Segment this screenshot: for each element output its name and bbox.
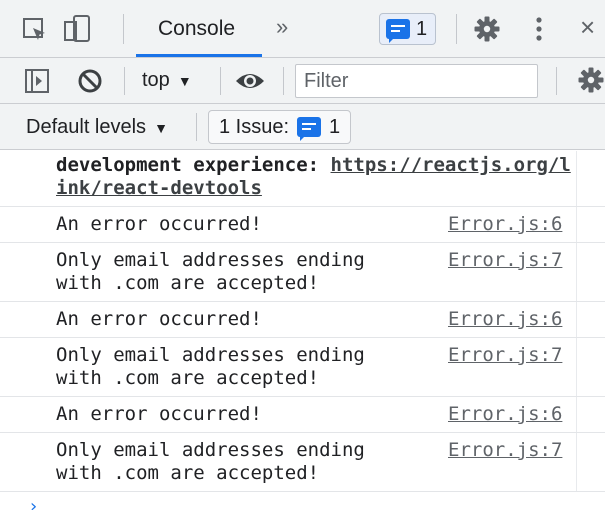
log-text: An error occurred! xyxy=(56,403,262,425)
sidebar-toggle-icon[interactable] xyxy=(24,68,50,94)
inspect-element-icon[interactable] xyxy=(22,17,48,43)
log-entry: Only email addresses ending with .com ar… xyxy=(0,338,605,397)
toolbar-divider xyxy=(196,113,197,141)
console-prompt-icon[interactable]: › xyxy=(28,496,39,510)
log-entry: An error occurred! Error.js:6 xyxy=(0,302,605,338)
toolbar-divider xyxy=(220,67,221,95)
gear-icon[interactable] xyxy=(473,15,501,43)
source-link[interactable]: Error.js:6 xyxy=(448,403,562,426)
log-text: development experience: https://reactjs.… xyxy=(56,154,576,200)
source-link[interactable]: Error.js:6 xyxy=(448,308,562,331)
issues-count: 1 xyxy=(416,17,428,40)
more-tabs-icon[interactable]: » xyxy=(276,14,288,40)
clear-console-icon[interactable] xyxy=(77,68,103,94)
tab-console[interactable]: Console xyxy=(158,17,235,41)
issues-label: 1 Issue: xyxy=(219,115,290,138)
context-selector[interactable]: top ▼ xyxy=(142,69,192,92)
eye-icon[interactable] xyxy=(234,69,266,93)
issues-count: 1 xyxy=(329,115,341,138)
console-output: development experience: https://reactjs.… xyxy=(0,151,605,510)
source-link[interactable]: Error.js:7 xyxy=(448,249,562,272)
source-link[interactable]: Error.js:6 xyxy=(448,213,562,236)
dropdown-arrow-icon: ▼ xyxy=(154,119,168,136)
source-link[interactable]: Error.js:7 xyxy=(448,344,562,367)
toolbar-divider xyxy=(556,67,557,95)
log-entry: development experience: https://reactjs.… xyxy=(0,151,605,207)
log-entry: An error occurred! Error.js:6 xyxy=(0,397,605,433)
message-icon xyxy=(386,19,410,43)
context-value: top xyxy=(142,69,170,91)
close-icon[interactable]: × xyxy=(580,12,595,43)
issues-counter-button[interactable]: 1 xyxy=(379,13,437,45)
toolbar-divider xyxy=(283,67,284,95)
log-text: Only email addresses ending with .com ar… xyxy=(56,249,377,294)
filter-input[interactable] xyxy=(295,64,538,98)
message-icon xyxy=(297,117,322,141)
toolbar-divider xyxy=(123,14,124,44)
issues-button[interactable]: 1 Issue: 1 xyxy=(208,110,352,144)
source-link[interactable]: Error.js:7 xyxy=(448,439,562,462)
devtools-tab-bar: Console » 1 × xyxy=(0,0,605,58)
toolbar-divider xyxy=(124,67,125,95)
console-levels-bar: Default levels ▼ 1 Issue: 1 xyxy=(0,104,605,150)
log-entry: Only email addresses ending with .com ar… xyxy=(0,243,605,302)
dropdown-arrow-icon: ▼ xyxy=(177,72,192,89)
more-vertical-icon[interactable] xyxy=(535,16,543,42)
toolbar-divider xyxy=(456,14,457,44)
log-text: An error occurred! xyxy=(56,213,262,235)
log-levels-label: Default levels xyxy=(26,116,147,138)
log-text: An error occurred! xyxy=(56,308,262,330)
log-entry: An error occurred! Error.js:6 xyxy=(0,207,605,243)
log-prefix: development experience: xyxy=(56,154,331,176)
console-filter-bar: top ▼ xyxy=(0,58,605,104)
device-toolbar-icon[interactable] xyxy=(63,14,93,44)
log-text: Only email addresses ending with .com ar… xyxy=(56,439,377,484)
gear-icon[interactable] xyxy=(577,66,605,94)
log-levels-dropdown[interactable]: Default levels ▼ xyxy=(26,116,168,139)
log-entry: Only email addresses ending with .com ar… xyxy=(0,433,605,492)
active-tab-indicator xyxy=(136,54,262,57)
log-text: Only email addresses ending with .com ar… xyxy=(56,344,377,389)
